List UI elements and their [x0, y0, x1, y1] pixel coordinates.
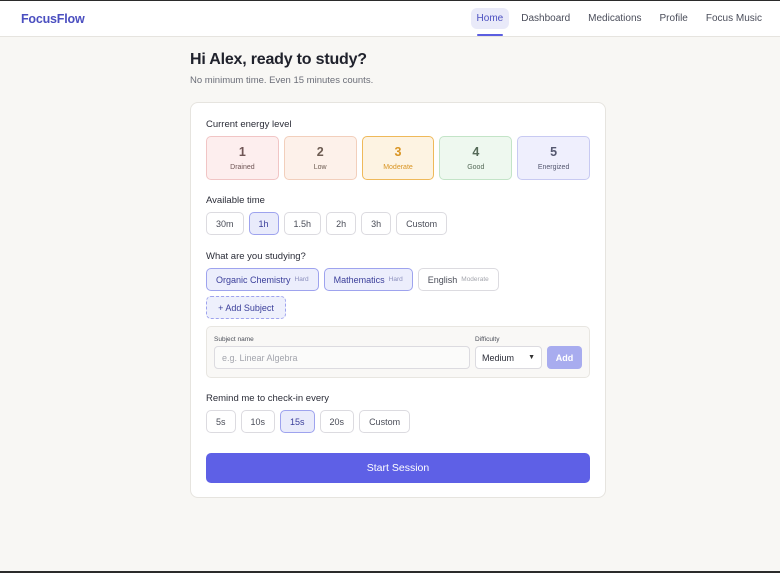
energy-number: 5 [550, 145, 558, 159]
difficulty-label: Difficulty [475, 336, 500, 343]
subject-name-label: Subject name [214, 336, 254, 343]
energy-number: 2 [316, 145, 324, 159]
page-title: Hi Alex, ready to study? [190, 51, 367, 68]
difficulty-group: Difficulty Medium ▼ [475, 336, 542, 369]
reminder-option-custom[interactable]: Custom [359, 410, 411, 433]
reminder-section: Remind me to check-in every 5s 10s 15s 2… [206, 393, 590, 433]
nav-medications[interactable]: Medications [582, 8, 647, 29]
energy-option-2[interactable]: 2 Low [283, 136, 357, 180]
energy-number: 1 [238, 145, 246, 159]
subjects-label: What are you studying? [206, 251, 306, 262]
energy-number: 4 [472, 145, 480, 159]
difficulty-tag: Moderate [461, 276, 489, 283]
nav-home[interactable]: Home [470, 8, 510, 36]
new-subject-form: Subject name Difficulty Medium ▼ Add [206, 326, 590, 378]
difficulty-value: Medium [482, 352, 515, 363]
energy-text: Good [467, 164, 485, 171]
subjects-section: What are you studying? Organic Chemistry… [206, 251, 590, 378]
app-logo[interactable]: FocusFlow [21, 12, 85, 26]
time-options: 30m 1h 1.5h 2h 3h Custom [206, 212, 590, 235]
subject-list: Organic Chemistry Hard Mathematics Hard … [206, 268, 590, 291]
nav-profile[interactable]: Profile [654, 8, 694, 29]
subject-chip-mathematics[interactable]: Mathematics Hard [323, 268, 413, 291]
chevron-down-icon: ▼ [528, 354, 535, 361]
energy-text: Drained [230, 164, 255, 171]
subject-name-input[interactable] [214, 346, 470, 369]
reminder-options: 5s 10s 15s 20s Custom [206, 410, 590, 433]
energy-option-5[interactable]: 5 Energized [517, 136, 590, 180]
reminder-option-15s[interactable]: 15s [280, 410, 315, 433]
time-option-1h[interactable]: 1h [248, 212, 279, 235]
top-navbar: FocusFlow Home Dashboard Medications Pro… [0, 1, 780, 37]
add-subject-button[interactable]: + Add Subject [206, 296, 286, 319]
energy-number: 3 [394, 145, 402, 159]
reminder-label: Remind me to check-in every [206, 393, 330, 404]
energy-section: Current energy level 1 Drained 2 Low 3 M… [206, 119, 590, 180]
start-session-button[interactable]: Start Session [206, 453, 590, 483]
time-option-custom[interactable]: Custom [396, 212, 448, 235]
nav-focus-music[interactable]: Focus Music [700, 8, 768, 29]
time-option-2h[interactable]: 2h [326, 212, 357, 235]
energy-option-4[interactable]: 4 Good [439, 136, 513, 180]
energy-text: Energized [537, 164, 570, 171]
difficulty-select[interactable]: Medium ▼ [475, 346, 542, 369]
subject-name-group: Subject name [214, 336, 470, 369]
time-label: Available time [206, 195, 265, 206]
reminder-option-20s[interactable]: 20s [319, 410, 355, 433]
subject-chip-organic-chemistry[interactable]: Organic Chemistry Hard [206, 268, 319, 291]
difficulty-tag: Hard [388, 276, 403, 283]
nav-dashboard[interactable]: Dashboard [515, 8, 576, 29]
subject-name: Organic Chemistry [216, 274, 291, 285]
energy-label: Current energy level [206, 119, 292, 130]
time-option-30m[interactable]: 30m [206, 212, 244, 235]
energy-text: Low [313, 164, 327, 171]
subject-name: Mathematics [333, 274, 385, 285]
session-setup-card: Current energy level 1 Drained 2 Low 3 M… [190, 102, 606, 498]
difficulty-tag: Hard [294, 276, 309, 283]
energy-option-3[interactable]: 3 Moderate [361, 136, 435, 180]
add-button[interactable]: Add [547, 346, 582, 369]
time-section: Available time 30m 1h 1.5h 2h 3h Custom [206, 195, 590, 235]
time-option-1-5h[interactable]: 1.5h [283, 212, 322, 235]
subject-name: English [427, 274, 458, 285]
nav-links: Home Dashboard Medications Profile Focus… [470, 8, 768, 36]
subject-chip-english[interactable]: English Moderate [417, 268, 499, 291]
page-subtitle: No minimum time. Even 15 minutes counts. [190, 75, 374, 86]
reminder-option-10s[interactable]: 10s [240, 410, 276, 433]
energy-options: 1 Drained 2 Low 3 Moderate 4 Good 5 Ener… [206, 136, 590, 180]
energy-text: Moderate [383, 164, 413, 171]
energy-option-1[interactable]: 1 Drained [206, 136, 279, 180]
page-header: Hi Alex, ready to study? No minimum time… [190, 51, 606, 86]
time-option-3h[interactable]: 3h [361, 212, 392, 235]
reminder-option-5s[interactable]: 5s [206, 410, 236, 433]
